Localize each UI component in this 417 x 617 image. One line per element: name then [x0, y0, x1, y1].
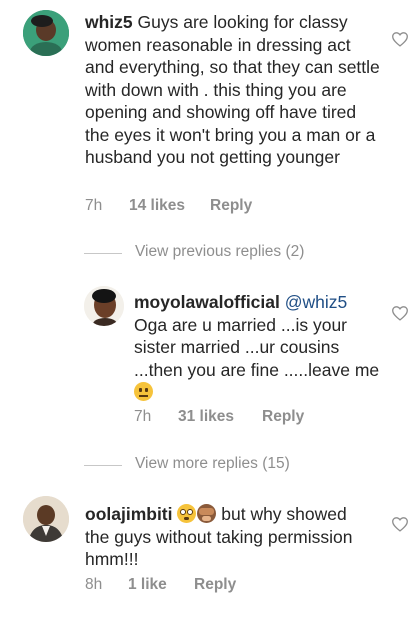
- divider-line: [84, 253, 122, 254]
- comment-time: 8h: [85, 576, 103, 593]
- view-more-replies-label[interactable]: View more replies (15): [135, 455, 290, 473]
- mention-link[interactable]: @whiz5: [285, 292, 348, 312]
- heart-outline-icon[interactable]: [391, 516, 409, 532]
- reply-button[interactable]: Reply: [210, 197, 252, 215]
- avatar[interactable]: [23, 10, 69, 56]
- comment-likes[interactable]: 14 likes: [129, 197, 185, 215]
- comment-meta: 8h 1 like Reply: [85, 576, 285, 596]
- heart-outline-icon[interactable]: [391, 305, 409, 321]
- see-no-evil-monkey-emoji: [197, 504, 217, 523]
- comment-time: 7h: [134, 408, 152, 425]
- view-previous-replies-label[interactable]: View previous replies (2): [135, 243, 304, 261]
- comment-oolajimbiti: oolajimbiti but why showed the guys with…: [0, 490, 417, 617]
- reply-button[interactable]: Reply: [194, 576, 236, 594]
- comment-username[interactable]: whiz5: [85, 12, 133, 32]
- avatar[interactable]: [84, 286, 124, 326]
- reply-button[interactable]: Reply: [262, 408, 304, 426]
- comment-body: whiz5 Guys are looking for classy women …: [85, 11, 380, 169]
- avatar[interactable]: [23, 496, 69, 542]
- reply-moyolawalofficial: moyolawalofficial @whiz5 Oga are u marri…: [0, 280, 417, 435]
- comment-text: Oga are u married ...is your sister marr…: [134, 314, 380, 380]
- comment-meta: 7h 31 likes Reply: [134, 408, 354, 428]
- heart-outline-icon[interactable]: [391, 31, 409, 47]
- view-previous-replies[interactable]: View previous replies (2): [84, 243, 344, 263]
- comment-likes[interactable]: 1 like: [128, 576, 167, 594]
- comment-body: oolajimbiti but why showed the guys with…: [85, 503, 375, 571]
- comment-meta: 7h 14 likes Reply: [85, 197, 335, 217]
- comment-username[interactable]: oolajimbiti: [85, 504, 173, 524]
- comment-likes[interactable]: 31 likes: [178, 408, 234, 426]
- divider-line: [84, 465, 122, 466]
- comment-whiz5: whiz5 Guys are looking for classy women …: [0, 0, 417, 225]
- view-more-replies[interactable]: View more replies (15): [84, 455, 344, 475]
- comment-time: 7h: [85, 197, 103, 214]
- comment-text: Guys are looking for classy women reason…: [85, 12, 380, 167]
- comment-body: moyolawalofficial @whiz5 Oga are u marri…: [134, 291, 384, 404]
- comment-username[interactable]: moyolawalofficial: [134, 292, 280, 312]
- neutral-face-emoji: [134, 382, 153, 401]
- flushed-face-emoji: [177, 504, 197, 523]
